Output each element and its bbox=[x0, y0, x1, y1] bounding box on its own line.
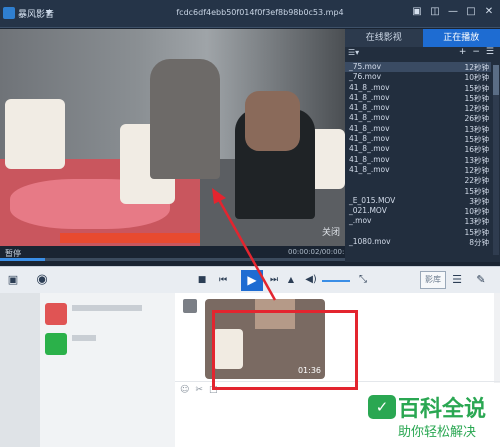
volume-icon[interactable]: ◀) bbox=[304, 272, 318, 288]
playlist-item[interactable]: 41_8_.mov 13秒钟 bbox=[345, 124, 491, 134]
list-icon[interactable]: ☰ bbox=[450, 272, 464, 288]
playlist-item[interactable]: _75.mov 12秒钟 bbox=[345, 62, 491, 73]
playlist-scrollbar[interactable] bbox=[493, 65, 499, 255]
play-button[interactable]: ▶ bbox=[241, 270, 263, 291]
playlist-item[interactable]: 41_8_.mov 15秒钟 bbox=[345, 83, 491, 93]
control-bar: ▣ ◉ ■ ⏮ ▶ ⏭ ▲ ◀) ⤡ 影库 ☰ ✎ bbox=[0, 266, 500, 293]
video-frame[interactable]: 关闭 bbox=[0, 29, 345, 246]
playlist-item-name: 41_8_.mov bbox=[349, 123, 390, 133]
emoji-icon[interactable]: ☺ bbox=[180, 385, 189, 395]
playlist-item[interactable]: _.mov 13秒钟 bbox=[345, 216, 491, 226]
chat-nav-strip bbox=[0, 293, 40, 447]
brand-logo-icon: ✓ bbox=[368, 395, 396, 419]
playlist-item-duration: 8分钟 bbox=[469, 238, 489, 248]
close-icon[interactable]: ✕ bbox=[482, 5, 496, 19]
open-file-icon[interactable]: ▲ bbox=[286, 272, 296, 288]
remove-icon[interactable]: − bbox=[472, 47, 480, 57]
playlist-menu-icon[interactable]: ☰▾ bbox=[348, 48, 359, 57]
pin-icon[interactable]: ◫ bbox=[428, 5, 442, 19]
video-player-window: 暴风影音 ▼ fcdc6df4ebb50f014f0f3ef8b98b0c53.… bbox=[0, 0, 500, 293]
sender-avatar[interactable] bbox=[183, 299, 197, 313]
brand-subtitle: 助你轻松解决 bbox=[398, 425, 477, 440]
brand-title: 百科全说 bbox=[398, 397, 487, 422]
scissors-icon[interactable]: ✂ bbox=[195, 385, 203, 395]
stop-icon[interactable]: ■ bbox=[196, 272, 208, 288]
app-logo-icon bbox=[3, 7, 15, 19]
playlist-item-name: _.mov bbox=[349, 216, 372, 226]
chat-contact-list bbox=[0, 293, 175, 447]
chat-scrollbar[interactable] bbox=[494, 293, 500, 383]
playlist-item[interactable]: _021.MOV 10秒钟 bbox=[345, 206, 491, 216]
minimize-icon[interactable]: — bbox=[446, 5, 460, 19]
more-icon[interactable]: ☰ bbox=[486, 47, 494, 57]
playlist-item[interactable]: _1080.mov 8分钟 bbox=[345, 237, 491, 247]
playlist-item[interactable]: 41_8_.mov 12秒钟 bbox=[345, 103, 491, 113]
video-scene-chair bbox=[5, 99, 65, 169]
screenshot-root: 暴风影音 ▼ fcdc6df4ebb50f014f0f3ef8b98b0c53.… bbox=[0, 0, 500, 447]
playlist-item[interactable]: 22秒钟 bbox=[345, 175, 491, 185]
playlist-item-name: _75.mov bbox=[349, 62, 382, 71]
playlist-item-name: 41_8_.mov bbox=[349, 113, 390, 123]
playlist-item-name: _1080.mov bbox=[349, 237, 391, 247]
playlist-panel: 在线影视 正在播放 ☰▾ + − ☰ _75.mov 12秒钟 _76.mov 10秒钟… bbox=[345, 29, 500, 262]
playlist-item[interactable]: _76.mov 10秒钟 bbox=[345, 72, 491, 82]
app-menu-caret-icon[interactable]: ▼ bbox=[46, 9, 51, 17]
playlist-header: ☰▾ + − ☰ bbox=[345, 47, 500, 60]
playlist-item[interactable]: 41_8_.mov 12秒钟 bbox=[345, 165, 491, 175]
tab-online-video[interactable]: 在线影视 bbox=[345, 29, 423, 47]
playlist-item[interactable]: 41_8_.mov 13秒钟 bbox=[345, 155, 491, 165]
maximize-icon[interactable]: □ bbox=[464, 5, 478, 19]
video-scene-person bbox=[150, 59, 220, 179]
playlist-item-name: 41_8_.mov bbox=[349, 134, 390, 144]
video-watermark: 关闭 bbox=[322, 228, 341, 238]
next-icon[interactable]: ⏭ bbox=[268, 272, 280, 288]
playlist-rows: _75.mov 12秒钟 _76.mov 10秒钟 41_8_.mov 15秒钟 41_8_… bbox=[345, 62, 491, 247]
playlist-actions: + − ☰ bbox=[459, 47, 494, 57]
previous-icon[interactable]: ⏮ bbox=[216, 272, 230, 288]
playlist-item-name: 41_8_.mov bbox=[349, 92, 390, 102]
playlist-item-name: 41_8_.mov bbox=[349, 154, 390, 164]
playlist-item-name: _021.MOV bbox=[349, 206, 387, 216]
playlist-item-name: _E_015.MOV bbox=[349, 195, 396, 205]
time-display: 00:00:02/00:00:15 bbox=[288, 248, 354, 256]
playlist-item[interactable]: 15秒钟 bbox=[345, 186, 491, 196]
window-buttons: ▣ ◫ — □ ✕ bbox=[410, 5, 496, 19]
playlist-item-name: 41_8_.mov bbox=[349, 144, 390, 154]
playlist-item[interactable]: 41_8_.mov 15秒钟 bbox=[345, 93, 491, 103]
wechat-avatar-icon[interactable] bbox=[45, 333, 67, 355]
progress-bar[interactable] bbox=[0, 258, 345, 261]
contact-name-blurred bbox=[72, 335, 96, 341]
playlist-tabs: 在线影视 正在播放 bbox=[345, 29, 500, 47]
tab-now-playing[interactable]: 正在播放 bbox=[422, 29, 500, 47]
player-titlebar: 暴风影音 ▼ fcdc6df4ebb50f014f0f3ef8b98b0c53.… bbox=[0, 0, 500, 28]
video-scene-caption-bar bbox=[60, 233, 200, 243]
add-icon[interactable]: + bbox=[459, 47, 467, 57]
playlist-scroll-thumb[interactable] bbox=[493, 65, 499, 95]
playlist-item[interactable]: _E_015.MOV 3秒钟 bbox=[345, 196, 491, 206]
playlist-item[interactable]: 41_8_.mov 16秒钟 bbox=[345, 144, 491, 154]
playlist-item[interactable]: 15秒钟 bbox=[345, 227, 491, 237]
playlist-item-name: 41_8_.mov bbox=[349, 164, 390, 174]
camera-icon[interactable]: ▣ bbox=[6, 272, 20, 288]
annotation-highlight-box bbox=[212, 310, 358, 390]
edit-icon[interactable]: ✎ bbox=[474, 272, 488, 288]
progress-fill bbox=[0, 258, 45, 261]
playlist-item-name: 41_8_.mov bbox=[349, 103, 390, 113]
skin-icon[interactable]: ▣ bbox=[410, 5, 424, 19]
eye-icon[interactable]: ◉ bbox=[32, 272, 52, 288]
fullscreen-icon[interactable]: ⤡ bbox=[356, 272, 370, 288]
brand-watermark: ✓ 百科全说 助你轻松解决 bbox=[368, 391, 500, 447]
library-button[interactable]: 影库 bbox=[420, 271, 446, 289]
file-title: fcdc6df4ebb50f014f0f3ef8b98b0c53.mp4 bbox=[176, 8, 344, 17]
playlist-item[interactable]: 41_8_.mov 15秒钟 bbox=[345, 134, 491, 144]
playlist-item-name: 41_8_.mov bbox=[349, 82, 390, 92]
video-scene-face-blurred bbox=[245, 91, 300, 151]
playlist-item[interactable]: 41_8_.mov 26秒钟 bbox=[345, 113, 491, 123]
contact-name-blurred bbox=[72, 305, 142, 311]
contact-avatar[interactable] bbox=[45, 303, 67, 325]
playlist-item-name: _76.mov bbox=[349, 72, 382, 82]
volume-slider[interactable] bbox=[322, 280, 350, 282]
